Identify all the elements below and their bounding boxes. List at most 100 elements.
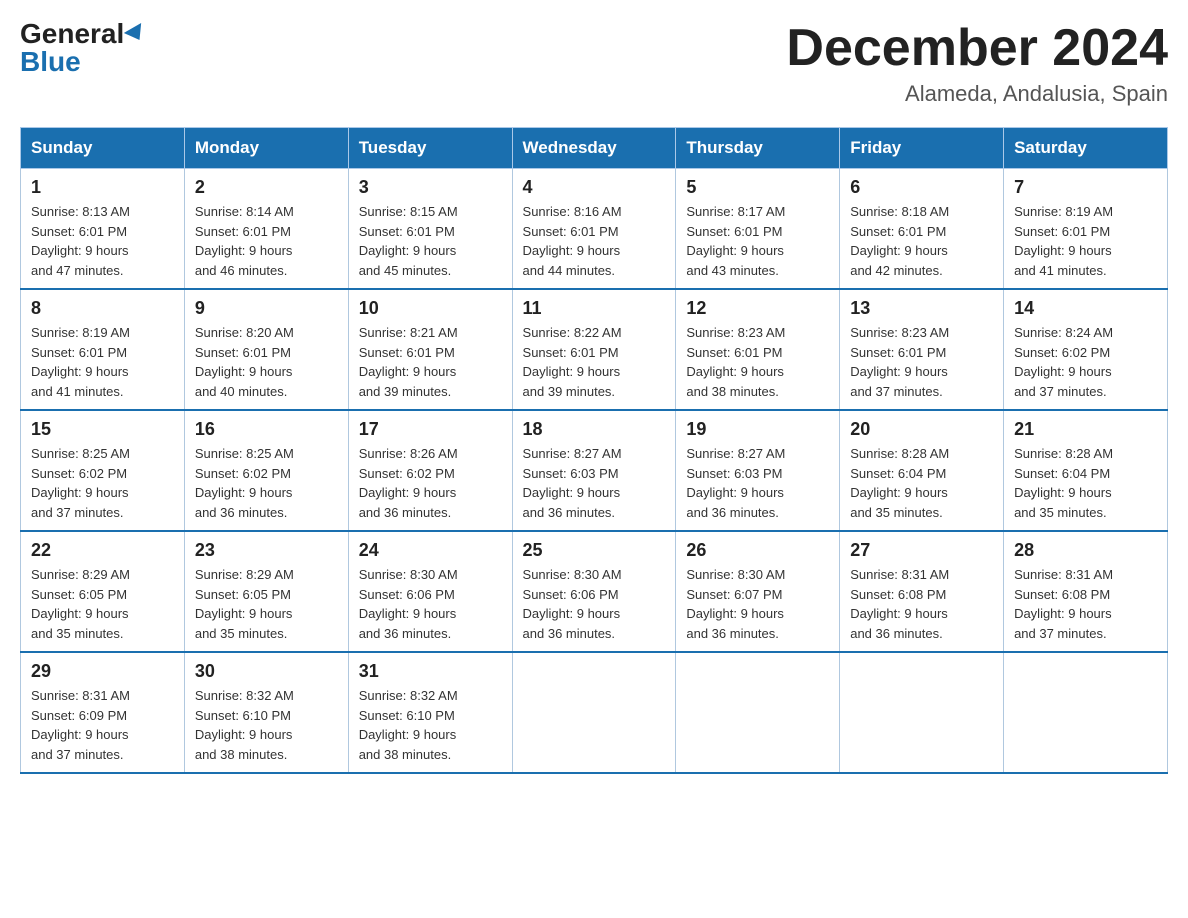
calendar-week-row: 29 Sunrise: 8:31 AMSunset: 6:09 PMDayligh… <box>21 652 1168 773</box>
day-info: Sunrise: 8:15 AMSunset: 6:01 PMDaylight:… <box>359 202 502 280</box>
day-number: 7 <box>1014 177 1157 198</box>
calendar-week-row: 1Sunrise: 8:13 AMSunset: 6:01 PMDaylight… <box>21 169 1168 290</box>
day-info: Sunrise: 8:31 AMSunset: 6:08 PMDaylight:… <box>850 565 993 643</box>
day-info: Sunrise: 8:31 AMSunset: 6:09 PMDaylight:… <box>31 686 174 764</box>
month-title: December 2024 <box>786 20 1168 77</box>
day-info: Sunrise: 8:22 AMSunset: 6:01 PMDaylight:… <box>523 323 666 401</box>
day-number: 18 <box>523 419 666 440</box>
day-info: Sunrise: 8:30 AMSunset: 6:06 PMDaylight:… <box>359 565 502 643</box>
day-info: Sunrise: 8:30 AMSunset: 6:06 PMDaylight:… <box>523 565 666 643</box>
day-number: 20 <box>850 419 993 440</box>
day-number: 26 <box>686 540 829 561</box>
day-number: 11 <box>523 298 666 319</box>
day-info: Sunrise: 8:21 AMSunset: 6:01 PMDaylight:… <box>359 323 502 401</box>
calendar-week-row: 22 Sunrise: 8:29 AMSunset: 6:05 PMDayligh… <box>21 531 1168 652</box>
calendar-week-row: 8 Sunrise: 8:19 AMSunset: 6:01 PMDaylight… <box>21 289 1168 410</box>
calendar-cell: 28 Sunrise: 8:31 AMSunset: 6:08 PMDayligh… <box>1004 531 1168 652</box>
day-number: 15 <box>31 419 174 440</box>
calendar-cell: 26 Sunrise: 8:30 AMSunset: 6:07 PMDayligh… <box>676 531 840 652</box>
day-info: Sunrise: 8:30 AMSunset: 6:07 PMDaylight:… <box>686 565 829 643</box>
day-info: Sunrise: 8:17 AMSunset: 6:01 PMDaylight:… <box>686 202 829 280</box>
calendar-cell: 25Sunrise: 8:30 AMSunset: 6:06 PMDayligh… <box>512 531 676 652</box>
calendar-cell: 4Sunrise: 8:16 AMSunset: 6:01 PMDaylight… <box>512 169 676 290</box>
day-number: 1 <box>31 177 174 198</box>
day-info: Sunrise: 8:24 AMSunset: 6:02 PMDaylight:… <box>1014 323 1157 401</box>
day-info: Sunrise: 8:14 AMSunset: 6:01 PMDaylight:… <box>195 202 338 280</box>
logo-blue-text: Blue <box>20 48 81 76</box>
day-info: Sunrise: 8:23 AMSunset: 6:01 PMDaylight:… <box>850 323 993 401</box>
day-number: 21 <box>1014 419 1157 440</box>
page-header: General Blue December 2024 Alameda, Anda… <box>20 20 1168 107</box>
day-number: 30 <box>195 661 338 682</box>
logo-general-text: General <box>20 20 124 48</box>
day-info: Sunrise: 8:23 AMSunset: 6:01 PMDaylight:… <box>686 323 829 401</box>
day-info: Sunrise: 8:16 AMSunset: 6:01 PMDaylight:… <box>523 202 666 280</box>
calendar-week-row: 15 Sunrise: 8:25 AMSunset: 6:02 PMDayligh… <box>21 410 1168 531</box>
calendar-cell: 18 Sunrise: 8:27 AMSunset: 6:03 PMDayligh… <box>512 410 676 531</box>
calendar-cell: 27 Sunrise: 8:31 AMSunset: 6:08 PMDayligh… <box>840 531 1004 652</box>
calendar-cell: 10 Sunrise: 8:21 AMSunset: 6:01 PMDayligh… <box>348 289 512 410</box>
day-of-week-header: Wednesday <box>512 128 676 169</box>
day-number: 10 <box>359 298 502 319</box>
day-number: 17 <box>359 419 502 440</box>
day-number: 9 <box>195 298 338 319</box>
day-info: Sunrise: 8:27 AMSunset: 6:03 PMDaylight:… <box>523 444 666 522</box>
calendar-cell: 14Sunrise: 8:24 AMSunset: 6:02 PMDayligh… <box>1004 289 1168 410</box>
calendar-cell: 16 Sunrise: 8:25 AMSunset: 6:02 PMDayligh… <box>184 410 348 531</box>
calendar-cell: 17Sunrise: 8:26 AMSunset: 6:02 PMDayligh… <box>348 410 512 531</box>
day-info: Sunrise: 8:31 AMSunset: 6:08 PMDaylight:… <box>1014 565 1157 643</box>
day-of-week-header: Friday <box>840 128 1004 169</box>
calendar-header-row: SundayMondayTuesdayWednesdayThursdayFrid… <box>21 128 1168 169</box>
day-of-week-header: Tuesday <box>348 128 512 169</box>
calendar-cell: 21 Sunrise: 8:28 AMSunset: 6:04 PMDayligh… <box>1004 410 1168 531</box>
calendar-cell: 12 Sunrise: 8:23 AMSunset: 6:01 PMDayligh… <box>676 289 840 410</box>
day-number: 16 <box>195 419 338 440</box>
calendar-cell: 13Sunrise: 8:23 AMSunset: 6:01 PMDayligh… <box>840 289 1004 410</box>
logo-triangle-icon <box>124 23 148 45</box>
day-number: 3 <box>359 177 502 198</box>
day-number: 12 <box>686 298 829 319</box>
calendar-cell: 24 Sunrise: 8:30 AMSunset: 6:06 PMDayligh… <box>348 531 512 652</box>
location: Alameda, Andalusia, Spain <box>786 81 1168 107</box>
calendar-cell: 1Sunrise: 8:13 AMSunset: 6:01 PMDaylight… <box>21 169 185 290</box>
day-number: 6 <box>850 177 993 198</box>
day-number: 2 <box>195 177 338 198</box>
day-info: Sunrise: 8:28 AMSunset: 6:04 PMDaylight:… <box>850 444 993 522</box>
calendar-cell: 15Sunrise: 8:25 AMSunset: 6:02 PMDayligh… <box>21 410 185 531</box>
day-of-week-header: Thursday <box>676 128 840 169</box>
day-info: Sunrise: 8:28 AMSunset: 6:04 PMDaylight:… <box>1014 444 1157 522</box>
calendar-cell <box>676 652 840 773</box>
day-number: 23 <box>195 540 338 561</box>
day-number: 22 <box>31 540 174 561</box>
day-info: Sunrise: 8:19 AMSunset: 6:01 PMDaylight:… <box>31 323 174 401</box>
day-number: 24 <box>359 540 502 561</box>
calendar-cell <box>1004 652 1168 773</box>
day-number: 5 <box>686 177 829 198</box>
calendar-cell: 29 Sunrise: 8:31 AMSunset: 6:09 PMDayligh… <box>21 652 185 773</box>
calendar-cell: 2 Sunrise: 8:14 AMSunset: 6:01 PMDaylight… <box>184 169 348 290</box>
calendar-cell <box>840 652 1004 773</box>
calendar-cell: 20 Sunrise: 8:28 AMSunset: 6:04 PMDayligh… <box>840 410 1004 531</box>
day-info: Sunrise: 8:29 AMSunset: 6:05 PMDaylight:… <box>195 565 338 643</box>
title-section: December 2024 Alameda, Andalusia, Spain <box>786 20 1168 107</box>
day-number: 27 <box>850 540 993 561</box>
calendar-cell: 23 Sunrise: 8:29 AMSunset: 6:05 PMDayligh… <box>184 531 348 652</box>
calendar-cell: 7 Sunrise: 8:19 AMSunset: 6:01 PMDaylight… <box>1004 169 1168 290</box>
calendar-cell: 5 Sunrise: 8:17 AMSunset: 6:01 PMDaylight… <box>676 169 840 290</box>
day-number: 19 <box>686 419 829 440</box>
day-of-week-header: Monday <box>184 128 348 169</box>
day-info: Sunrise: 8:25 AMSunset: 6:02 PMDaylight:… <box>195 444 338 522</box>
day-of-week-header: Sunday <box>21 128 185 169</box>
day-info: Sunrise: 8:19 AMSunset: 6:01 PMDaylight:… <box>1014 202 1157 280</box>
day-info: Sunrise: 8:20 AMSunset: 6:01 PMDaylight:… <box>195 323 338 401</box>
day-info: Sunrise: 8:29 AMSunset: 6:05 PMDaylight:… <box>31 565 174 643</box>
day-number: 29 <box>31 661 174 682</box>
calendar-cell: 11 Sunrise: 8:22 AMSunset: 6:01 PMDayligh… <box>512 289 676 410</box>
day-number: 31 <box>359 661 502 682</box>
calendar-cell: 9 Sunrise: 8:20 AMSunset: 6:01 PMDaylight… <box>184 289 348 410</box>
day-number: 8 <box>31 298 174 319</box>
logo: General Blue <box>20 20 146 76</box>
day-number: 28 <box>1014 540 1157 561</box>
day-of-week-header: Saturday <box>1004 128 1168 169</box>
calendar-cell: 22 Sunrise: 8:29 AMSunset: 6:05 PMDayligh… <box>21 531 185 652</box>
